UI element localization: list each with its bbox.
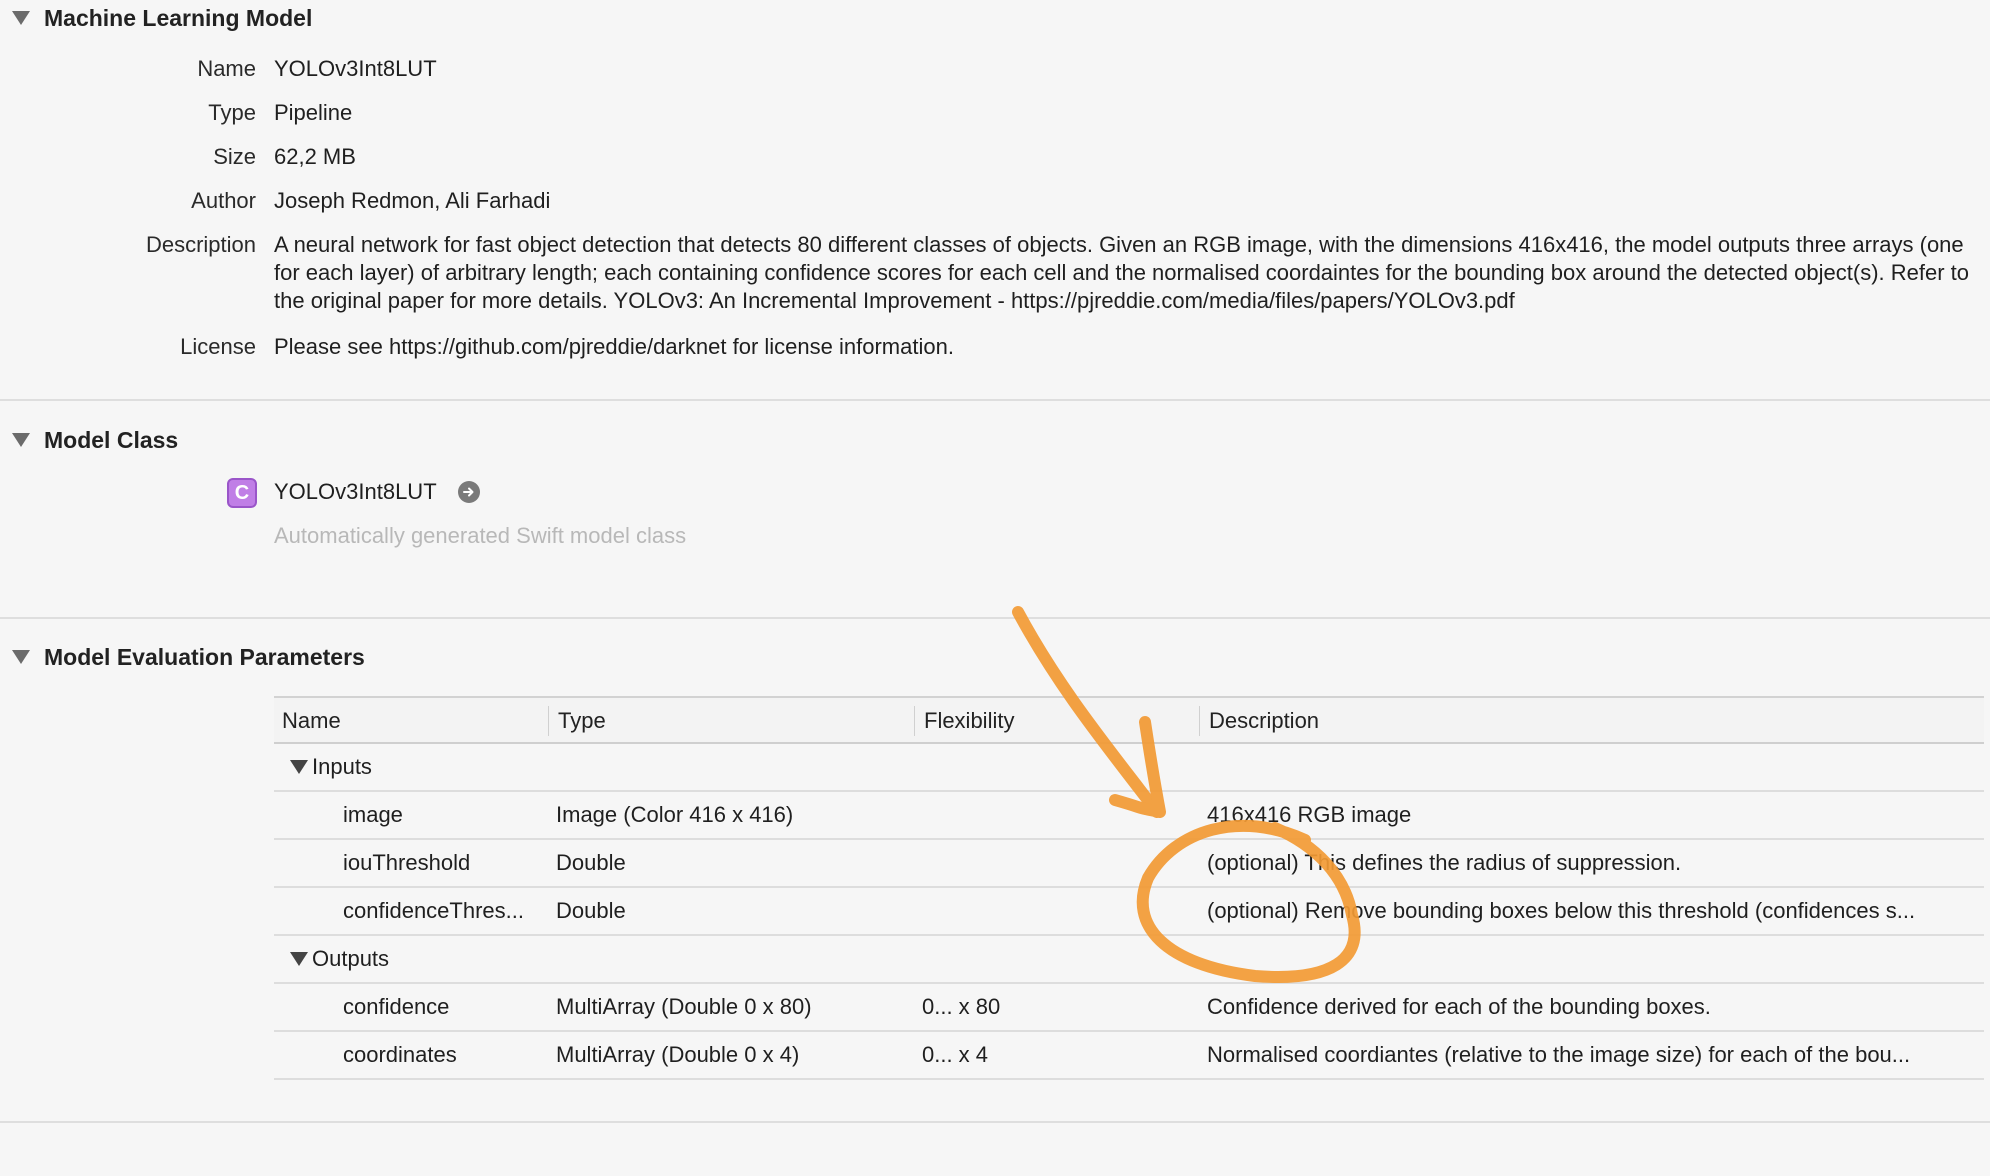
disclosure-triangle-icon[interactable] [12, 650, 30, 664]
param-type: Double [556, 850, 626, 875]
field-value-license: Please see https://github.com/pjreddie/d… [274, 334, 954, 359]
class-badge-icon: C [227, 478, 257, 508]
disclosure-triangle-icon[interactable] [12, 433, 30, 447]
field-label-size: Size [213, 144, 256, 169]
section-divider [0, 1121, 1990, 1123]
arrow-right-glyph [463, 487, 474, 497]
section-title: Model Class [44, 426, 179, 453]
table-row[interactable]: confidence MultiArray (Double 0 x 80) 0.… [274, 984, 1984, 1032]
field-label-license: License [180, 334, 256, 359]
disclosure-triangle-icon[interactable] [290, 760, 308, 774]
column-header-flexibility[interactable]: Flexibility [924, 698, 1014, 744]
field-label-description: Description [145, 232, 256, 257]
param-name: iouThreshold [343, 850, 471, 875]
section-header-ml-model[interactable]: Machine Learning Model [12, 2, 312, 34]
model-class-subtitle: Automatically generated Swift model clas… [274, 523, 687, 548]
param-description: Normalised coordiantes (relative to the … [1207, 1042, 1911, 1067]
field-value-description: A neural network for fast object detecti… [274, 232, 1969, 313]
param-type: MultiArray (Double 0 x 80) [556, 994, 812, 1019]
param-name: confidence [343, 994, 450, 1019]
param-flexibility [922, 888, 1192, 934]
section-header-model-class[interactable]: Model Class [12, 424, 178, 456]
field-label-type: Type [208, 100, 256, 125]
section-divider [0, 617, 1990, 619]
table-header: Name Type Flexibility Description [274, 696, 1984, 744]
param-type: Double [556, 898, 626, 923]
param-description: (optional) Remove bounding boxes below t… [1207, 898, 1916, 923]
model-class-name: YOLOv3Int8LUT [274, 479, 437, 504]
param-name: image [343, 802, 403, 827]
param-flexibility: 0... x 4 [922, 1042, 989, 1067]
table-row[interactable]: coordinates MultiArray (Double 0 x 4) 0.… [274, 1032, 1984, 1080]
table-row[interactable]: iouThreshold Double (optional) This defi… [274, 840, 1984, 888]
param-name: coordinates [343, 1042, 457, 1067]
group-label: Outputs [312, 946, 390, 971]
field-label-author: Author [191, 188, 256, 213]
group-toggle[interactable]: Inputs [290, 744, 372, 790]
param-flexibility [922, 792, 1192, 838]
column-header-name[interactable]: Name [282, 698, 341, 744]
column-header-description[interactable]: Description [1209, 698, 1319, 744]
param-description: 416x416 RGB image [1207, 802, 1412, 827]
param-description: (optional) This defines the radius of su… [1207, 850, 1682, 875]
section-title: Model Evaluation Parameters [44, 643, 365, 670]
model-inspector-page: Machine Learning Model Name YOLOv3Int8LU… [0, 0, 1990, 1176]
group-toggle[interactable]: Outputs [290, 936, 389, 982]
param-flexibility [922, 840, 1192, 886]
group-row-outputs[interactable]: Outputs [274, 936, 1984, 984]
column-separator[interactable] [1199, 706, 1200, 736]
field-value-type: Pipeline [274, 100, 353, 125]
column-separator[interactable] [914, 706, 915, 736]
param-type: Image (Color 416 x 416) [556, 802, 794, 827]
field-value-author: Joseph Redmon, Ali Farhadi [274, 188, 551, 213]
param-name: confidenceThres... [343, 898, 524, 923]
param-flexibility: 0... x 80 [922, 994, 1001, 1019]
group-label: Inputs [312, 754, 372, 779]
parameters-table: Name Type Flexibility Description Inputs… [274, 696, 1984, 1080]
table-row[interactable]: confidenceThres... Double (optional) Rem… [274, 888, 1984, 936]
section-title: Machine Learning Model [44, 4, 313, 31]
column-separator[interactable] [548, 706, 549, 736]
group-row-inputs[interactable]: Inputs [274, 744, 1984, 792]
section-divider [0, 399, 1990, 401]
field-value-size: 62,2 MB [274, 144, 356, 169]
section-header-eval-params[interactable]: Model Evaluation Parameters [12, 641, 365, 673]
arrow-circle-right-icon[interactable] [458, 481, 480, 503]
disclosure-triangle-icon[interactable] [12, 11, 30, 25]
column-header-type[interactable]: Type [558, 698, 606, 744]
disclosure-triangle-icon[interactable] [290, 952, 308, 966]
table-row[interactable]: image Image (Color 416 x 416) 416x416 RG… [274, 792, 1984, 840]
param-description: Confidence derived for each of the bound… [1207, 994, 1711, 1019]
field-value-name: YOLOv3Int8LUT [274, 56, 437, 81]
field-label-name: Name [197, 56, 256, 81]
param-type: MultiArray (Double 0 x 4) [556, 1042, 800, 1067]
